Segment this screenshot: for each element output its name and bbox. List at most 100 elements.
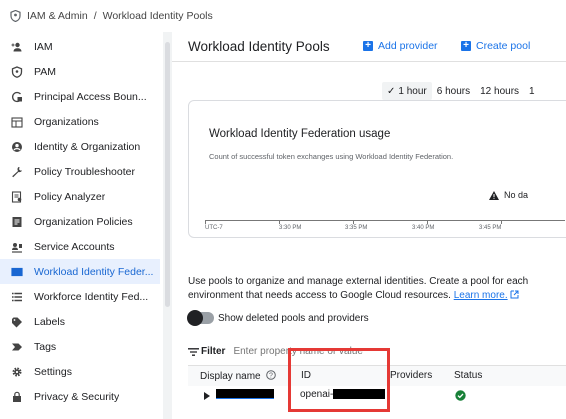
time-option-truncated[interactable]: 1: [524, 82, 540, 100]
redaction-bar: [216, 389, 274, 400]
show-deleted-toggle-row: Show deleted pools and providers: [187, 310, 369, 326]
sidebar: IAM PAM Principal Access Boun... Organiz…: [0, 32, 163, 419]
add-provider-label: Add provider: [378, 40, 438, 52]
learn-more-link[interactable]: Learn more.: [454, 290, 508, 301]
filter-icon[interactable]: [188, 347, 199, 356]
x-axis-tick-label: 3:45 PM: [479, 225, 502, 231]
sidebar-item-label: Privacy & Security: [34, 390, 120, 403]
sidebar-item-organizations[interactable]: Organizations: [0, 109, 160, 134]
access-boundary-icon: [0, 91, 34, 103]
x-axis-line: [205, 220, 565, 221]
usage-chart-card: Workload Identity Federation usage Count…: [188, 100, 566, 238]
label-icon: [0, 316, 34, 328]
tag-icon: [0, 341, 34, 353]
sidebar-item-service-accounts[interactable]: Service Accounts: [0, 234, 160, 259]
sidebar-item-pam[interactable]: PAM: [0, 59, 160, 84]
highlight-box: [288, 348, 390, 412]
sidebar-item-label: Policy Troubleshooter: [34, 165, 135, 178]
person-add-icon: [0, 41, 34, 53]
sidebar-item-identity-organization[interactable]: Identity & Organization: [0, 134, 160, 159]
no-data-message: No da: [489, 190, 528, 200]
sidebar-item-label: Workforce Identity Fed...: [34, 290, 149, 303]
time-option-1-hour[interactable]: ✓ 1 hour: [382, 82, 432, 100]
filter-label: Filter: [201, 346, 226, 357]
time-range-selector: ✓ 1 hour 6 hours 12 hours 1: [382, 82, 540, 100]
breadcrumb-separator: /: [93, 10, 97, 22]
wrench-icon: [0, 166, 34, 178]
create-pool-button[interactable]: + Create pool: [461, 40, 530, 52]
policy-list-icon: [0, 216, 34, 228]
sidebar-item-policy-analyzer[interactable]: Policy Analyzer: [0, 184, 160, 209]
sidebar-item-label: Service Accounts: [34, 240, 115, 253]
chart-title: Workload Identity Federation usage: [209, 128, 391, 140]
sidebar-item-label: PAM: [34, 65, 56, 78]
organization-icon: [0, 116, 34, 128]
sidebar-item-labels[interactable]: Labels: [0, 309, 160, 334]
x-axis-tick: [205, 221, 206, 224]
sidebar-scrollbar[interactable]: [163, 32, 172, 419]
plus-icon: +: [461, 41, 471, 51]
column-header-providers[interactable]: Providers: [390, 370, 432, 381]
sidebar-item-policy-troubleshooter[interactable]: Policy Troubleshooter: [0, 159, 160, 184]
page-header: Workload Identity Pools + Add provider +…: [172, 32, 566, 62]
check-circle-icon: [455, 390, 466, 401]
analyzer-icon: [0, 190, 34, 203]
sidebar-item-label: Policy Analyzer: [34, 190, 106, 203]
x-axis-tick: [501, 221, 502, 224]
x-axis-tick: [427, 221, 428, 224]
x-axis-tick: [353, 221, 354, 224]
shield-icon: [0, 65, 34, 78]
sidebar-item-label: Tags: [34, 340, 57, 353]
add-provider-button[interactable]: + Add provider: [363, 40, 438, 52]
sidebar-item-tags[interactable]: Tags: [0, 334, 160, 359]
sidebar-item-privacy-security[interactable]: Privacy & Security: [0, 384, 160, 409]
pools-description: Use pools to organize and manage externa…: [188, 275, 558, 303]
help-icon[interactable]: ?: [266, 370, 277, 380]
sidebar-item-settings[interactable]: Settings: [0, 359, 160, 384]
x-axis-tick: [279, 221, 280, 224]
sidebar-item-label: Identity & Organization: [34, 140, 141, 153]
service-account-icon: [0, 241, 34, 253]
sidebar-item-workforce-identity-federation[interactable]: Workforce Identity Fed...: [0, 284, 160, 309]
plus-icon: +: [363, 41, 373, 51]
list-icon: [0, 291, 34, 303]
sidebar-item-label: Organizations: [34, 115, 99, 128]
x-axis-tick-label: 3:35 PM: [345, 225, 368, 231]
sidebar-item-label: Labels: [34, 315, 65, 328]
sidebar-item-label: Settings: [34, 365, 72, 378]
sidebar-item-label: IAM: [34, 40, 53, 53]
sidebar-item-label: Principal Access Boun...: [34, 90, 147, 103]
chart-subtitle: Count of successful token exchanges usin…: [209, 152, 454, 161]
breadcrumb: IAM & Admin / Workload Identity Pools: [0, 0, 566, 32]
time-option-6-hours[interactable]: 6 hours: [432, 82, 475, 100]
sidebar-item-organization-policies[interactable]: Organization Policies: [0, 209, 160, 234]
shield-icon: [10, 10, 21, 22]
toggle-label: Show deleted pools and providers: [218, 312, 369, 324]
svg-text:?: ?: [269, 373, 273, 380]
account-circle-icon: [0, 141, 34, 153]
breadcrumb-current: Workload Identity Pools: [102, 10, 213, 22]
show-deleted-toggle[interactable]: [187, 310, 214, 326]
breadcrumb-section[interactable]: IAM & Admin: [27, 10, 88, 22]
column-header-status[interactable]: Status: [454, 370, 482, 381]
sidebar-item-workload-identity-federation[interactable]: Workload Identity Feder...: [0, 259, 160, 284]
scrollbar-thumb[interactable]: [165, 42, 170, 307]
page-title: Workload Identity Pools: [188, 39, 330, 54]
create-pool-label: Create pool: [476, 40, 531, 52]
x-axis-tick-label: 3:30 PM: [279, 225, 302, 231]
column-header-display-name[interactable]: Display name ?: [200, 370, 277, 382]
id-card-icon: [0, 266, 34, 278]
time-option-label: 1 hour: [398, 85, 427, 97]
warning-icon: [489, 190, 499, 200]
toggle-knob: [187, 310, 203, 326]
no-data-text: No da: [504, 190, 529, 200]
expand-arrow-icon[interactable]: [204, 392, 210, 400]
sidebar-item-principal-access-boundary[interactable]: Principal Access Boun...: [0, 84, 160, 109]
time-option-12-hours[interactable]: 12 hours: [475, 82, 524, 100]
column-header-label: Display name: [200, 371, 261, 382]
display-name-cell[interactable]: [216, 389, 274, 400]
gear-icon: [0, 366, 34, 378]
external-link-icon[interactable]: [510, 290, 519, 299]
sidebar-item-iam[interactable]: IAM: [0, 34, 160, 59]
check-icon: ✓: [387, 85, 396, 97]
